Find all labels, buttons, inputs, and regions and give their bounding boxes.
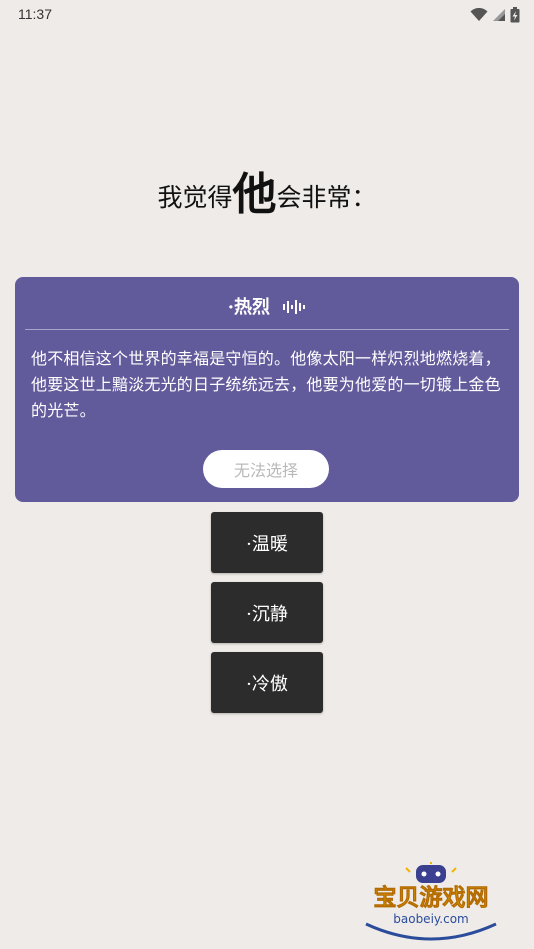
status-bar: 11:37 [0, 0, 534, 30]
title-prefix: 我觉得 [157, 183, 233, 212]
option-button-calm[interactable]: ·沉静 [211, 582, 323, 643]
soundwave-icon [283, 300, 306, 314]
option-button-warm[interactable]: ·温暖 [211, 512, 323, 573]
title-suffix: 会非常： [276, 183, 377, 212]
signal-icon [493, 9, 505, 21]
selected-option-description: 他不相信这个世界的幸福是守恒的。他像太阳一样炽烈地燃烧着，他要这世上黯淡无光的日… [31, 349, 501, 420]
watermark-url: baobeiy.com [393, 912, 468, 926]
status-time: 11:37 [18, 6, 52, 22]
watermark-text: 宝贝游戏网 [374, 884, 489, 911]
selected-option-label: ·热烈 [227, 297, 270, 318]
option-button-aloof[interactable]: ·冷傲 [211, 652, 323, 713]
title-emphasis: 他 [232, 169, 277, 220]
battery-charging-icon [510, 7, 520, 23]
selected-option-card: ·热烈 他不相信这个世界的幸福是守恒的。他像太阳一样炽烈地燃烧着，他要这世上黯淡… [15, 277, 519, 502]
selected-option-header: ·热烈 [15, 293, 519, 319]
wifi-icon [470, 8, 488, 21]
status-icons [470, 6, 520, 24]
card-divider [25, 329, 509, 330]
page-title: 我觉得他会非常： [0, 158, 534, 222]
app-screen: 11:37 我觉得他会非常： ·热烈 他不相信这个世界的幸福是守恒的。他像太阳一… [0, 0, 534, 949]
watermark-logo: 宝贝游戏网 baobeiy.com [356, 860, 506, 942]
cannot-select-button[interactable]: 无法选择 [203, 450, 329, 488]
